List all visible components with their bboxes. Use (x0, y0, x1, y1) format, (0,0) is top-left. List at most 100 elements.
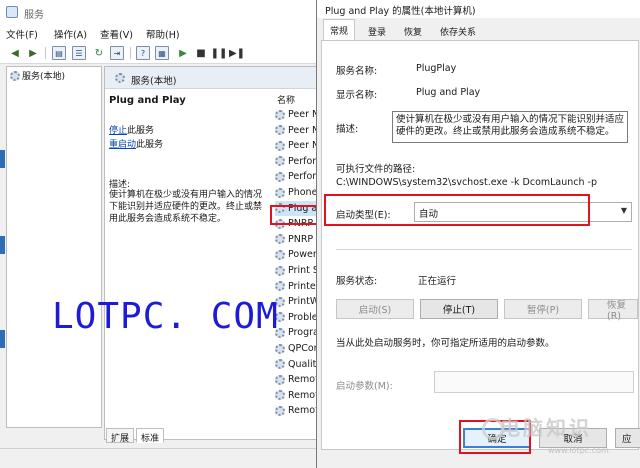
tab-dependencies[interactable]: 依存关系 (433, 20, 483, 40)
list-view-icon[interactable]: ☰ (72, 46, 86, 60)
service-name: Phone (288, 187, 318, 198)
list-item[interactable]: Printer (275, 279, 319, 294)
service-name: Remot (288, 389, 319, 401)
service-name: Peer N (288, 124, 320, 136)
start-params-label: 启动参数(M): (336, 381, 393, 392)
description-field[interactable]: 使计算机在极少或没有用户输入的情况下能识别并适应硬件的更改。终止或禁用此服务会造… (392, 111, 628, 143)
tab-general[interactable]: 常规 (323, 19, 356, 41)
stop-icon[interactable]: ■ (194, 46, 208, 60)
list-item[interactable]: PrintW (275, 294, 319, 309)
start-button[interactable]: 启动(S) (336, 299, 414, 319)
toolbar-separator (45, 47, 46, 59)
stop-service-action: 停止此服务 (109, 123, 154, 136)
refresh-icon[interactable]: ↻ (92, 46, 106, 60)
console-tree-icon[interactable]: ▤ (52, 46, 66, 60)
description-label: 描述: (336, 124, 359, 135)
service-name: Peer N (288, 140, 320, 152)
chevron-down-icon: ▼ (620, 206, 627, 215)
background-window-edge (0, 236, 5, 254)
list-item[interactable]: Power (275, 247, 319, 262)
help-icon[interactable]: ? (136, 46, 150, 60)
gear-icon (275, 156, 285, 167)
site-watermark: LOTPC. COM (52, 296, 279, 337)
details-pane: 服务(本地) Plug and Play 停止此服务 重启动此服务 描述: 使计… (104, 66, 320, 440)
gear-icon (275, 109, 285, 120)
service-status-value: 正在运行 (418, 276, 457, 287)
forward-arrow-icon[interactable]: ▶ (26, 46, 40, 60)
service-name: PNRP (288, 233, 314, 245)
list-item[interactable]: QPCor (275, 341, 319, 356)
exe-path-value: C:\WINDOWS\system32\svchost.exe -k DcomL… (336, 177, 598, 188)
column-header-name[interactable]: 名称 (277, 93, 295, 106)
list-item[interactable]: Quality (275, 357, 319, 372)
services-app-icon (6, 6, 18, 18)
gear-icon (275, 125, 285, 136)
gear-icon (275, 171, 285, 182)
display-name-label: 显示名称: (336, 90, 378, 101)
list-item[interactable]: Remot (275, 372, 319, 387)
toolbar: ◀ ▶ ▤ ☰ ↻ ⇥ ? ▦ ▶ ■ ❚❚ ▶❚ (0, 42, 319, 64)
service-name-label: 服务名称: (336, 66, 378, 77)
menu-action[interactable]: 操作(A) (54, 27, 87, 41)
pause-icon[interactable]: ❚❚ (211, 46, 228, 60)
menu-file[interactable]: 文件(F) (6, 27, 38, 41)
list-item[interactable]: Remot (275, 388, 319, 403)
resume-button[interactable]: 恢复(R) (588, 299, 638, 322)
selected-service-title: Plug and Play (109, 95, 186, 106)
restart-link[interactable]: 重启动 (109, 140, 136, 150)
exe-path-label: 可执行文件的路径: (336, 164, 416, 175)
list-item[interactable]: Peer N (275, 123, 320, 138)
tab-standard[interactable]: 标准 (136, 428, 165, 444)
gear-icon (275, 390, 285, 401)
list-item[interactable]: Phone (275, 185, 319, 200)
menu-bar: 文件(F) 操作(A) 查看(V) 帮助(H) (0, 24, 319, 42)
list-item[interactable]: Perfor (275, 154, 319, 169)
service-name-value: PlugPlay (416, 63, 457, 74)
export-icon[interactable]: ⇥ (110, 46, 124, 60)
pane-header: 服务(本地) (105, 67, 319, 89)
stop-link-suffix: 此服务 (127, 126, 155, 136)
back-arrow-icon[interactable]: ◀ (8, 46, 22, 60)
list-item[interactable]: Peer N (275, 107, 320, 122)
highlight-box-startup-type (324, 194, 590, 226)
service-name: Power (288, 249, 317, 261)
start-params-input[interactable] (434, 371, 634, 393)
service-name: Print S (288, 265, 319, 276)
play-icon[interactable]: ▶ (176, 46, 190, 60)
service-name: Perfor (288, 171, 317, 183)
stop-link[interactable]: 停止 (109, 126, 127, 136)
dialog-title: Plug and Play 的属性(本地计算机) (325, 6, 476, 17)
menu-help[interactable]: 帮助(H) (146, 27, 180, 41)
service-name: Proble (288, 311, 318, 323)
service-status-label: 服务状态: (336, 276, 378, 287)
list-item[interactable]: Remot (275, 403, 319, 418)
service-name: Remot (288, 405, 319, 417)
list-item[interactable]: Proble (275, 310, 319, 325)
restart-icon[interactable]: ▶❚ (229, 46, 245, 60)
view-tabs: 扩展 标准 (104, 428, 319, 444)
properties-icon[interactable]: ▦ (155, 46, 169, 60)
highlight-box-plug-and-play (270, 205, 320, 225)
tab-logon[interactable]: 登录 (361, 20, 393, 40)
tab-extended[interactable]: 扩展 (106, 428, 135, 444)
background-window-edge (0, 330, 5, 348)
status-bar (0, 448, 319, 468)
menu-view[interactable]: 查看(V) (100, 27, 133, 41)
gear-icon (275, 281, 285, 292)
pause-button[interactable]: 暂停(P) (504, 299, 582, 319)
service-name: Remot (288, 374, 319, 386)
list-item[interactable]: Peer N (275, 138, 320, 153)
list-item[interactable]: Progra (275, 325, 319, 340)
tab-recovery[interactable]: 恢复 (397, 20, 429, 40)
description-text: 使计算机在极少或没有用户输入的情况下能识别并适应硬件的更改。终止或禁用此服务会造… (109, 190, 263, 224)
apply-button[interactable]: 应 (615, 428, 640, 448)
toolbar-separator (130, 47, 131, 59)
tree-node-services-local[interactable]: 服务(本地) (10, 69, 65, 82)
list-item[interactable]: Print S (275, 263, 319, 278)
gear-icon (115, 73, 125, 83)
service-name: Peer N (288, 109, 320, 120)
stop-button[interactable]: 停止(T) (420, 299, 498, 319)
list-item[interactable]: PNRP (275, 232, 319, 247)
list-item[interactable]: Perfor (275, 169, 319, 184)
restart-link-suffix: 此服务 (136, 140, 164, 150)
